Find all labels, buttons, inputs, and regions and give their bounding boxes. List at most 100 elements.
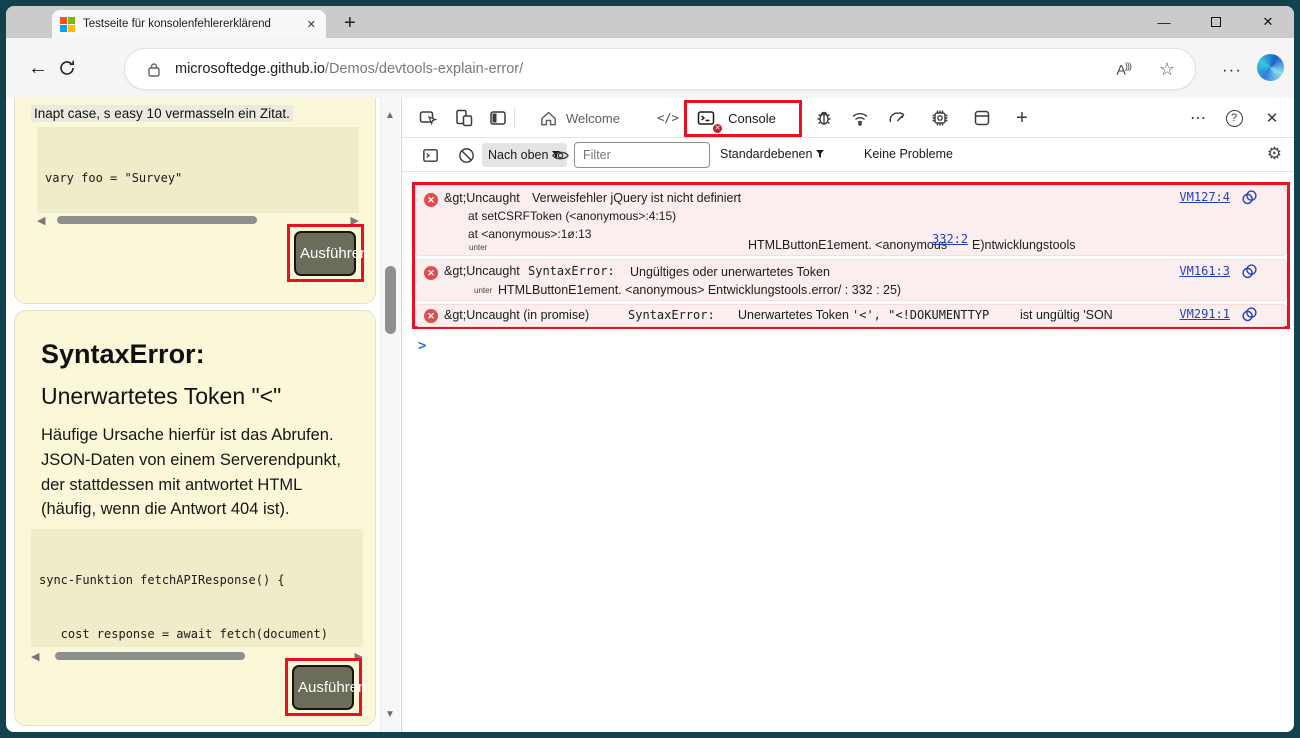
window-close-button[interactable]: ✕ (1242, 6, 1294, 38)
copilot-explain-icon[interactable] (1241, 306, 1258, 323)
address-bar[interactable]: microsoftedge.github.io/Demos/devtools-e… (124, 48, 1196, 90)
scroll-up-icon[interactable]: ▲ (385, 110, 395, 121)
error-message: Verweisfehler jQuery ist nicht definiert (532, 191, 742, 205)
stack-frame: E)ntwicklungstools (972, 238, 1076, 252)
stack-frame: at setCSRFToken (<anonymous>:4:15) (468, 209, 677, 223)
web-page-panel: Inapt case, s easy 10 vermasseln ein Zit… (6, 98, 401, 732)
console-toolbar: Nach oben Standardebenen Keine Probleme … (402, 138, 1294, 172)
stack-frame: at <anonymous>:1ø:13 (468, 227, 592, 241)
copilot-explain-icon[interactable] (1241, 263, 1258, 280)
toolbar-separator (514, 107, 515, 129)
clear-console-icon[interactable] (454, 143, 478, 167)
console-error-row: ✕ &gt;Uncaught (in promise) SyntaxError:… (415, 304, 1287, 327)
run-button-2[interactable]: Ausführen (292, 665, 366, 710)
error-prefix: &gt;Uncaught (444, 191, 520, 205)
console-error-row: ✕ &gt;Uncaught Verweisfehler jQuery ist … (415, 185, 1287, 256)
add-tool-icon[interactable]: + (1010, 106, 1034, 130)
inspect-element-icon[interactable] (416, 106, 440, 130)
home-icon[interactable] (536, 106, 560, 130)
scrollbar-thumb[interactable] (57, 216, 257, 224)
annotation-console-tab (684, 100, 802, 137)
devtools-panel: Welcome </> ✕ Console + ⋯ ? ✕ Nach oben … (402, 98, 1294, 732)
live-expression-eye-icon[interactable] (548, 143, 572, 167)
dock-side-icon[interactable] (486, 106, 510, 130)
url-path: /Demos/devtools-explain-error/ (324, 61, 524, 77)
refresh-button[interactable] (58, 59, 98, 77)
read-aloud-icon[interactable]: A))) (1117, 61, 1132, 78)
new-tab-button[interactable]: + (344, 12, 356, 35)
log-levels-dropdown[interactable]: Standardebenen (720, 147, 825, 161)
card1-intro-text: Inapt case, s easy 10 vermasseln ein Zit… (31, 105, 293, 122)
favorite-star-icon[interactable]: ☆ (1159, 59, 1175, 80)
devtools-close-icon[interactable]: ✕ (1260, 106, 1284, 130)
console-settings-gear-icon[interactable]: ⚙ (1267, 144, 1282, 164)
devtools-tab-bar: Welcome </> ✕ Console + ⋯ ? ✕ (402, 98, 1294, 138)
vm-source-link[interactable]: VM161:3 (1179, 264, 1230, 278)
card1-code-block: vary foo = "Survey" + @Model.MyGuid+'&la… (37, 127, 359, 213)
page-vertical-scrollbar[interactable]: ▲ ▼ (380, 98, 400, 732)
maximize-button[interactable] (1190, 6, 1242, 38)
code-line: vary foo = "Survey" (45, 171, 183, 185)
error-type: SyntaxError: (628, 308, 715, 322)
code-line: sync-Funktion fetchAPIResponse() { (39, 573, 285, 587)
scrollbar-thumb[interactable] (55, 652, 245, 660)
devtools-help-icon[interactable]: ? (1222, 106, 1246, 130)
devtools-more-icon[interactable]: ⋯ (1186, 106, 1210, 130)
code-line: cost response = await fetch(document) (39, 627, 328, 641)
vm-source-link[interactable]: VM127:4 (1179, 190, 1230, 204)
minimize-button[interactable]: — (1138, 6, 1190, 38)
performance-gauge-icon[interactable] (885, 106, 909, 130)
title-bar: Testseite für konsolenfehlererklärend ✕ … (6, 6, 1294, 38)
console-prompt-chevron[interactable]: > (418, 338, 426, 354)
tab-title: Testseite für konsolenfehlererklärend (83, 18, 271, 30)
unter-label: unter (469, 243, 488, 252)
error-message: ist ungültig 'SON (1020, 308, 1113, 322)
unter-label: unter (474, 286, 493, 295)
device-emulation-icon[interactable] (452, 106, 476, 130)
copilot-explain-icon[interactable] (1241, 189, 1258, 206)
error-token: '<', "<!DOKUMENTTYP (852, 308, 990, 322)
error-type: SyntaxError: (528, 264, 615, 278)
card2-subtitle: Unerwartetes Token "<" (41, 383, 282, 409)
scroll-left-icon[interactable]: ◀ (37, 214, 51, 227)
site-favicon (60, 16, 75, 32)
error-prefix: &gt;Uncaught (in promise) (444, 308, 590, 322)
console-sidebar-icon[interactable] (418, 143, 442, 167)
sources-code-icon[interactable]: </> (654, 106, 682, 130)
error-prefix: &gt;Uncaught (444, 264, 520, 278)
run-button-1[interactable]: Ausführen (294, 231, 368, 276)
error-icon: ✕ (424, 266, 438, 280)
card2-title: SyntaxError: (41, 339, 205, 369)
network-wifi-icon[interactable] (848, 106, 872, 130)
scroll-down-icon[interactable]: ▼ (385, 709, 395, 720)
error-icon: ✕ (424, 309, 438, 323)
url-host: microsoftedge.github.io (175, 61, 325, 77)
browser-window: Testseite für konsolenfehlererklärend ✕ … (6, 6, 1294, 732)
console-error-row: ✕ &gt;Uncaught SyntaxError: Ungültiges o… (415, 259, 1287, 301)
scrollbar-thumb[interactable] (385, 266, 396, 334)
browser-tab[interactable]: Testseite für konsolenfehlererklärend ✕ (52, 10, 326, 38)
memory-chip-icon[interactable] (928, 106, 952, 130)
debugger-bug-icon[interactable] (812, 106, 836, 130)
back-button[interactable]: ← (18, 57, 58, 80)
tab-close-icon[interactable]: ✕ (305, 18, 318, 31)
copilot-icon[interactable] (1257, 54, 1284, 81)
content-area: Inapt case, s easy 10 vermasseln ein Zit… (6, 98, 1294, 732)
tab-welcome[interactable]: Welcome (562, 106, 624, 130)
browser-more-icon[interactable]: ··· (1222, 60, 1242, 80)
lock-icon (147, 62, 161, 77)
card2-code-block: sync-Funktion fetchAPIResponse() { cost … (31, 529, 363, 647)
application-window-icon[interactable] (970, 106, 994, 130)
stack-frame: .error/ : 332 : 25) (808, 283, 902, 297)
source-line-link[interactable]: 332:2 (932, 232, 968, 246)
error-message: Unerwartetes Token (738, 308, 849, 322)
error-message: Ungültiges oder unerwartetes Token (630, 265, 830, 279)
error-icon: ✕ (424, 193, 438, 207)
card2-paragraph: Häufige Ursache hierfür ist das Abrufen.… (41, 426, 341, 519)
console-filter-input[interactable] (574, 142, 710, 168)
no-issues-text[interactable]: Keine Probleme (864, 147, 953, 161)
navigation-toolbar: ← microsoftedge.github.io/Demos/devtools… (6, 38, 1294, 98)
vm-source-link[interactable]: VM291:1 (1179, 307, 1230, 321)
scroll-left-icon[interactable]: ◀ (31, 650, 45, 663)
stack-frame: HTMLButtonE1ement. <anonymous (748, 238, 948, 252)
